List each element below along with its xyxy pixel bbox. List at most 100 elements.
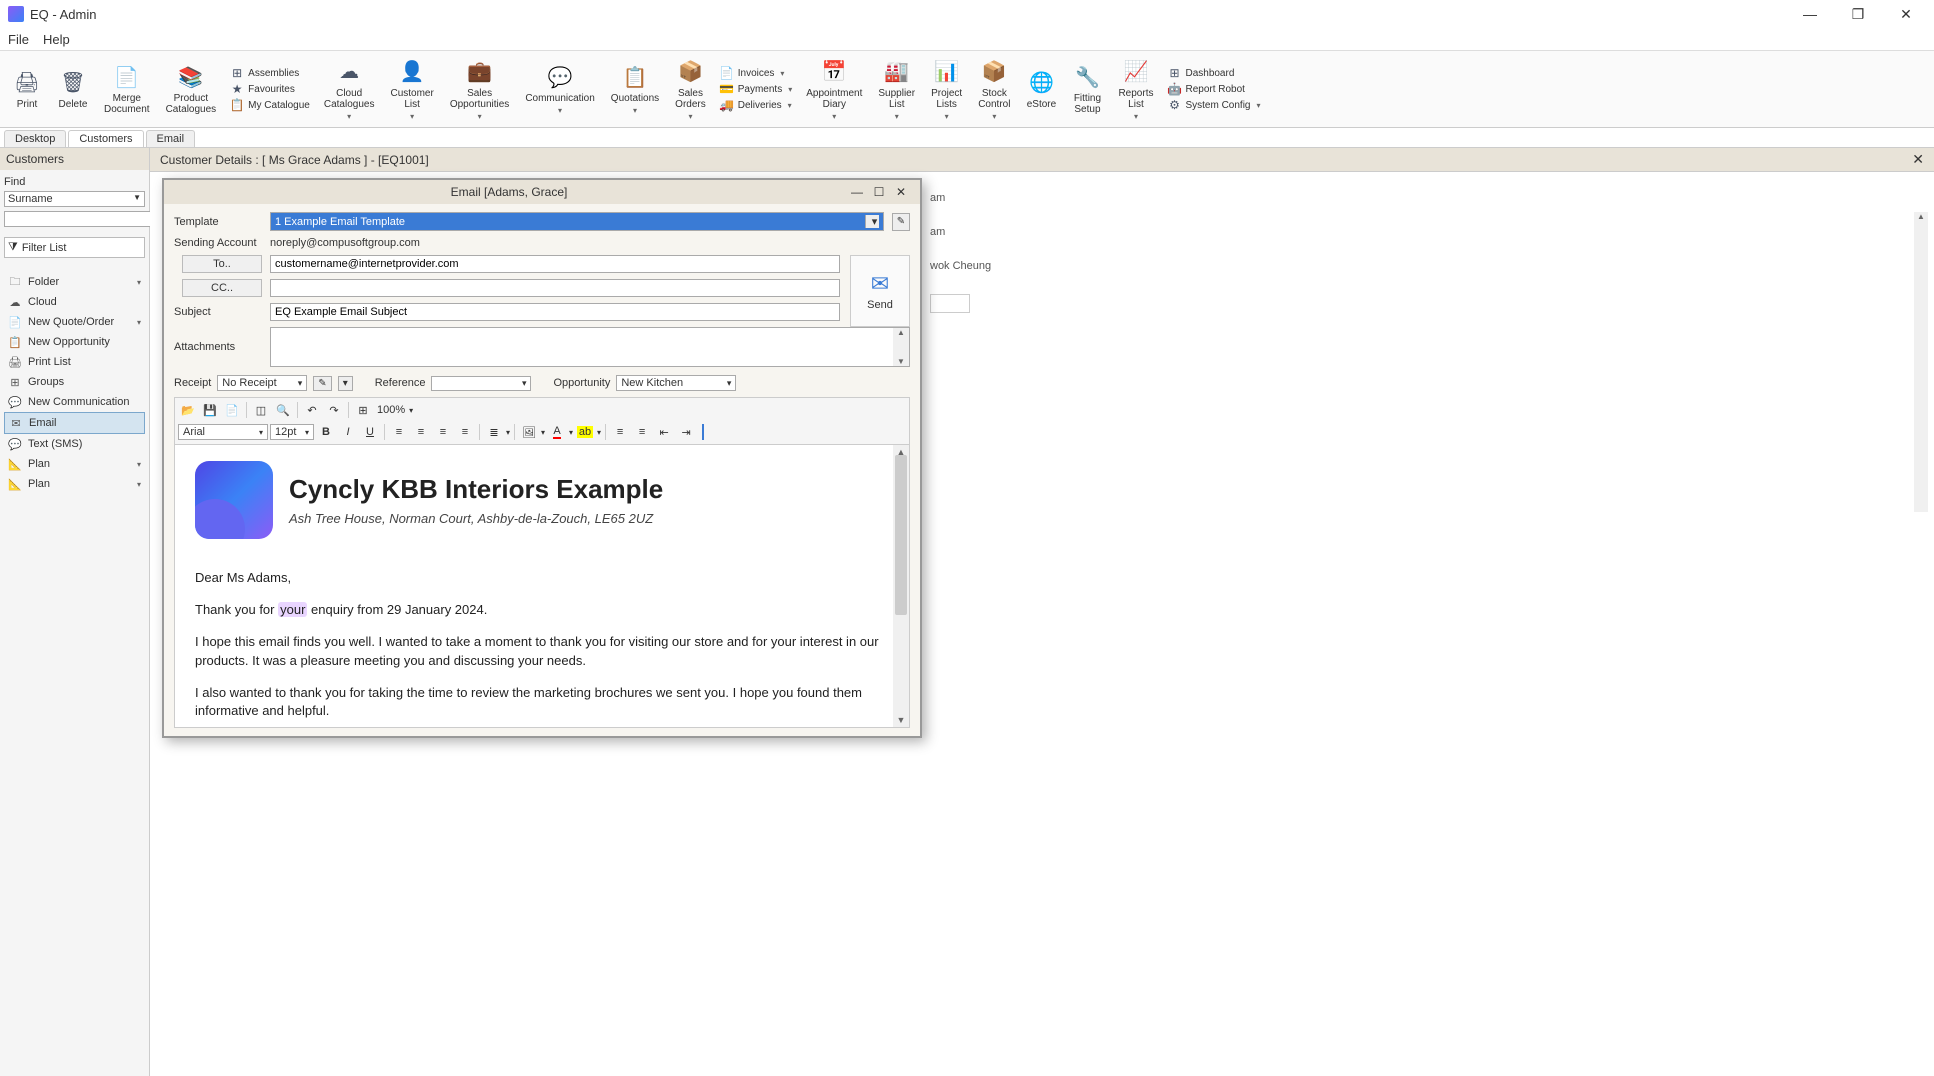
ribbon-invoices[interactable]: 📄Invoices▾ [720,66,792,80]
nav-new-comm[interactable]: 💬New Communication [4,392,145,412]
background-fields: am am wok Cheung [930,192,991,335]
bg-input[interactable] [930,294,970,313]
nav-folder[interactable]: 🗀Folder▾ [4,272,145,292]
receipt-combo[interactable]: No Receipt▾ [217,375,307,391]
maximize-button[interactable]: ❐ [1838,2,1878,26]
editor-body[interactable]: Cyncly KBB Interiors Example Ash Tree Ho… [174,445,910,728]
nav-plan2[interactable]: 📐Plan▾ [4,474,145,494]
bold-button[interactable]: B [316,422,336,442]
details-close-button[interactable]: ✕ [1912,151,1924,168]
tab-desktop[interactable]: Desktop [4,130,66,147]
ribbon-favourites[interactable]: ★Favourites [230,82,310,96]
filter-list-button[interactable]: ⧩ Filter List [4,237,145,258]
dialog-close-button[interactable]: ✕ [890,183,912,201]
outdent-button[interactable]: ⇤ [654,422,674,442]
italic-button[interactable]: I [338,422,358,442]
align-left-button[interactable]: ≡ [389,422,409,442]
ribbon-my-catalogue[interactable]: 📋My Catalogue [230,98,310,112]
editor-scrollbar[interactable]: ▲ ▼ [893,445,909,727]
nav-new-opp[interactable]: 📋New Opportunity [4,332,145,352]
numbered-list-button[interactable]: ≡ [610,422,630,442]
nav-print-list[interactable]: 🖨Print List [4,352,145,372]
font-size-combo[interactable]: 12pt▾ [270,424,314,440]
nav-new-quote[interactable]: 📄New Quote/Order▾ [4,312,145,332]
redo-button[interactable]: ↷ [324,400,344,420]
subject-field[interactable] [270,303,840,321]
cc-button[interactable]: CC.. [182,279,262,297]
highlight-color-button[interactable]: ab [575,422,595,442]
image-button[interactable]: 🖼 [519,422,539,442]
ribbon-estore[interactable]: 🌐eStore [1020,54,1062,124]
ribbon-prod-cat[interactable]: 📚Product Catalogues [160,54,223,124]
ribbon-reports-list[interactable]: 📈Reports List▾ [1112,54,1159,124]
preview-button[interactable]: ◫ [251,400,271,420]
table-button[interactable]: ⊞ [353,400,373,420]
ribbon-system-config[interactable]: ⚙System Config▾ [1167,98,1260,112]
ribbon-merge-doc[interactable]: 📄Merge Document [98,54,156,124]
delete-icon: 🗑 [59,69,87,97]
ribbon-sales-opp[interactable]: 💼Sales Opportunities▾ [444,54,515,124]
highlight-menu-button[interactable]: ▾ [338,376,353,391]
cc-field[interactable] [270,279,840,297]
ribbon-stock-control[interactable]: 📦Stock Control▾ [972,54,1016,124]
menu-help[interactable]: Help [43,32,70,47]
ribbon-communication[interactable]: 💬Communication▾ [519,54,600,124]
attachments-scrollbar[interactable]: ▲▼ [893,328,909,366]
ribbon-appt-diary[interactable]: 📅Appointment Diary▾ [800,54,868,124]
line-spacing-button[interactable]: ≣ [484,422,504,442]
opportunity-combo[interactable]: New Kitchen▾ [616,375,736,391]
ribbon-project-lists[interactable]: 📊Project Lists▾ [925,54,968,124]
detail-scrollbar[interactable]: ▲ [1914,212,1928,512]
nav-email[interactable]: ✉Email [4,412,145,434]
font-color-button[interactable]: A [547,422,567,442]
zoom-value[interactable]: 100% [375,404,407,416]
nav-plan1[interactable]: 📐Plan▾ [4,454,145,474]
font-combo[interactable]: Arial▾ [178,424,268,440]
ribbon-cust-list[interactable]: 👤Customer List▾ [384,54,439,124]
ribbon-dashboard[interactable]: ⊞Dashboard [1167,66,1260,80]
template-combo[interactable]: 1 Example Email Template ▾ [270,212,884,231]
ribbon-fitting-setup[interactable]: 🔧Fitting Setup [1066,54,1108,124]
attachments-box[interactable]: ▲▼ [270,327,910,367]
dialog-maximize-button[interactable]: ☐ [868,183,890,201]
to-button[interactable]: To.. [182,255,262,273]
align-right-button[interactable]: ≡ [433,422,453,442]
save-button[interactable]: 💾 [200,400,220,420]
edit-template-button[interactable]: ✎ [892,213,910,231]
tab-email[interactable]: Email [146,130,196,147]
bullet-list-button[interactable]: ≡ [632,422,652,442]
open-button[interactable]: 📂 [178,400,198,420]
ribbon-assemblies[interactable]: ⊞Assemblies [230,66,310,80]
ribbon-report-robot[interactable]: 🤖Report Robot [1167,82,1260,96]
menu-file[interactable]: File [8,32,29,47]
undo-button[interactable]: ↶ [302,400,322,420]
nav-groups[interactable]: ⊞Groups [4,372,145,392]
search-input[interactable] [4,211,154,227]
ribbon-sales-orders[interactable]: 📦Sales Orders▾ [669,54,712,124]
send-button[interactable]: ✉ Send [850,255,910,327]
scroll-thumb[interactable] [895,455,907,615]
underline-button[interactable]: U [360,422,380,442]
minimize-button[interactable]: — [1790,2,1830,26]
align-center-button[interactable]: ≡ [411,422,431,442]
tab-customers[interactable]: Customers [68,130,143,147]
to-field[interactable] [270,255,840,273]
reference-combo[interactable]: ▾ [431,376,531,391]
nav-text-sms[interactable]: 💬Text (SMS) [4,434,145,454]
new-button[interactable]: 📄 [222,400,242,420]
find-button[interactable]: 🔍 [273,400,293,420]
dialog-minimize-button[interactable]: — [846,183,868,201]
find-by-combo[interactable]: Surname ▼ [4,191,145,207]
ribbon-deliveries[interactable]: 🚚Deliveries▾ [720,98,792,112]
align-justify-button[interactable]: ≡ [455,422,475,442]
close-button[interactable]: ✕ [1886,2,1926,26]
highlight-button[interactable]: ✎ [313,376,331,391]
ribbon-quotations[interactable]: 📋Quotations▾ [605,54,665,124]
ribbon-delete[interactable]: 🗑Delete [52,54,94,124]
ribbon-print[interactable]: 🖨Print [6,54,48,124]
ribbon-supplier-list[interactable]: 🏭Supplier List▾ [872,54,921,124]
ribbon-payments[interactable]: 💳Payments▾ [720,82,792,96]
nav-cloud[interactable]: ☁Cloud [4,292,145,312]
ribbon-cloud-cat[interactable]: ☁Cloud Catalogues▾ [318,54,381,124]
indent-button[interactable]: ⇥ [676,422,696,442]
